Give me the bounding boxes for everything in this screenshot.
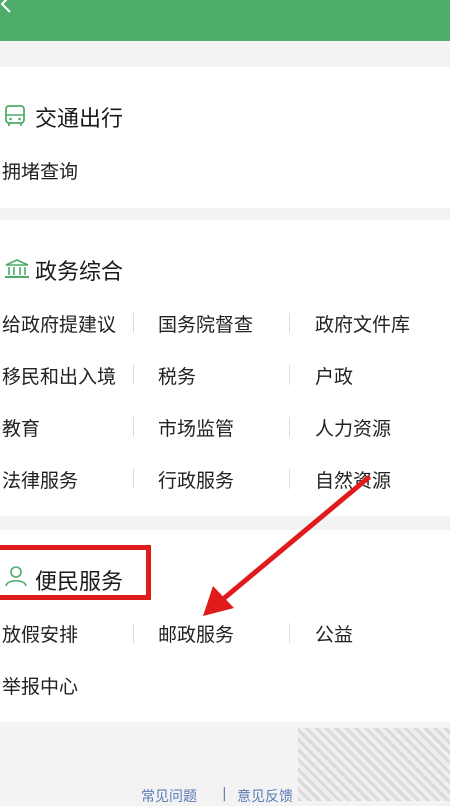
item-public-welfare[interactable]: 公益 (315, 620, 353, 647)
divider (133, 313, 134, 333)
item-report-center[interactable]: 举报中心 (2, 672, 78, 699)
section-title-government: 政务综合 (35, 260, 124, 285)
divider (133, 365, 134, 385)
watermark-overlay (298, 728, 450, 801)
item-suggest-to-government[interactable]: 给政府提建议 (2, 310, 116, 337)
divider (289, 365, 290, 385)
section-title-transport: 交通出行 (35, 107, 124, 132)
divider (133, 417, 134, 437)
item-education[interactable]: 教育 (2, 414, 40, 441)
divider (289, 313, 290, 333)
footer-separator: | (222, 786, 227, 802)
item-tax[interactable]: 税务 (158, 362, 196, 389)
item-human-resources[interactable]: 人力资源 (315, 414, 391, 441)
section-government: 政务综合 给政府提建议 国务院督查 政府文件库 移民和出入境 税务 户政 教育 … (0, 220, 450, 516)
item-government-documents[interactable]: 政府文件库 (315, 310, 410, 337)
section-transport: 交通出行 拥堵查询 (0, 67, 450, 208)
bus-icon (5, 105, 25, 126)
divider (289, 469, 290, 489)
item-postal-services[interactable]: 邮政服务 (158, 620, 234, 647)
item-holiday-schedule[interactable]: 放假安排 (2, 620, 78, 647)
divider (289, 623, 290, 643)
divider (289, 417, 290, 437)
item-traffic-query[interactable]: 拥堵查询 (2, 157, 78, 184)
item-market-supervision[interactable]: 市场监管 (158, 414, 234, 441)
back-chevron-icon[interactable] (0, 0, 16, 14)
divider (133, 623, 134, 643)
annotation-highlight-box (0, 545, 151, 600)
item-natural-resources[interactable]: 自然资源 (315, 466, 391, 493)
item-state-council-inspection[interactable]: 国务院督查 (158, 310, 253, 337)
footer-faq-link[interactable]: 常见问题 (141, 786, 197, 806)
item-administrative-services[interactable]: 行政服务 (158, 466, 234, 493)
header-bar (0, 0, 450, 41)
item-household-registration[interactable]: 户政 (315, 362, 353, 389)
divider (133, 469, 134, 489)
government-building-icon (5, 259, 29, 278)
item-legal-services[interactable]: 法律服务 (2, 466, 78, 493)
item-immigration[interactable]: 移民和出入境 (2, 362, 116, 389)
footer-feedback-link[interactable]: 意见反馈 (237, 786, 293, 806)
